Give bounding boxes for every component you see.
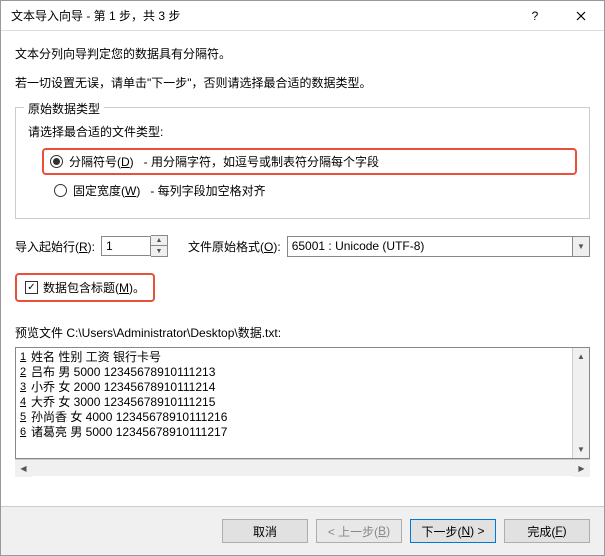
checkbox-icon: ✓ [25, 281, 38, 294]
import-wizard-dialog: 文本导入向导 - 第 1 步，共 3 步 ? 文本分列向导判定您的数据具有分隔符… [0, 0, 605, 556]
chevron-down-icon: ▼ [572, 237, 589, 256]
horizontal-scrollbar[interactable]: ◀ ▶ [15, 459, 590, 476]
scroll-down-icon[interactable]: ▼ [573, 441, 589, 458]
scroll-track[interactable] [32, 460, 573, 476]
radio-fixed-label: 固定宽度(W) [73, 182, 140, 199]
finish-button[interactable]: 完成(F) [504, 519, 590, 543]
preview-row: 5孙尚香 女 4000 12345678910111216 [20, 410, 568, 425]
radio-delimited-desc: - 用分隔字符，如逗号或制表符分隔每个字段 [144, 153, 379, 170]
dialog-title: 文本导入向导 - 第 1 步，共 3 步 [11, 7, 512, 24]
close-button[interactable] [558, 1, 604, 30]
start-row-input[interactable] [101, 236, 151, 256]
radio-fixed-width[interactable]: 固定宽度(W) - 每列字段加空格对齐 [48, 179, 577, 202]
close-icon [576, 11, 586, 21]
data-type-fieldset: 原始数据类型 请选择最合适的文件类型: 分隔符号(D) - 用分隔字符，如逗号或… [15, 107, 590, 219]
start-row-label: 导入起始行(R): [15, 238, 95, 255]
preview-row: 6诸葛亮 男 5000 12345678910111217 [20, 425, 568, 440]
spin-down-icon[interactable]: ▼ [151, 246, 167, 256]
encoding-label: 文件原始格式(O): [188, 238, 281, 255]
scroll-left-icon[interactable]: ◀ [15, 460, 32, 477]
radio-icon [54, 184, 67, 197]
radio-fixed-desc: - 每列字段加空格对齐 [150, 182, 265, 199]
next-button[interactable]: 下一步(N) > [410, 519, 496, 543]
header-checkbox-row[interactable]: ✓ 数据包含标题(M)。 [15, 273, 155, 302]
cancel-button[interactable]: 取消 [222, 519, 308, 543]
encoding-value: 65001 : Unicode (UTF-8) [292, 239, 425, 253]
preview-row: 1姓名 性别 工资 银行卡号 [20, 350, 568, 365]
back-button: < 上一步(B) [316, 519, 402, 543]
header-checkbox-label: 数据包含标题(M)。 [43, 279, 145, 296]
intro-text-2: 若一切设置无误，请单击"下一步"，否则请选择最合适的数据类型。 [15, 74, 590, 91]
preview-row: 4大乔 女 3000 12345678910111215 [20, 395, 568, 410]
radio-delimited-label: 分隔符号(D) [69, 153, 134, 170]
file-type-prompt: 请选择最合适的文件类型: [28, 123, 577, 140]
scroll-right-icon[interactable]: ▶ [573, 460, 590, 477]
preview-row: 3小乔 女 2000 12345678910111214 [20, 380, 568, 395]
preview-box: 1姓名 性别 工资 银行卡号 2吕布 男 5000 12345678910111… [15, 347, 590, 459]
button-bar: 取消 < 上一步(B) 下一步(N) > 完成(F) [1, 506, 604, 555]
fieldset-legend: 原始数据类型 [24, 100, 104, 117]
titlebar: 文本导入向导 - 第 1 步，共 3 步 ? [1, 1, 604, 31]
radio-icon [50, 155, 63, 168]
dialog-content: 文本分列向导判定您的数据具有分隔符。 若一切设置无误，请单击"下一步"，否则请选… [1, 31, 604, 506]
scroll-up-icon[interactable]: ▲ [573, 348, 589, 365]
intro-text-1: 文本分列向导判定您的数据具有分隔符。 [15, 45, 590, 62]
help-button[interactable]: ? [512, 1, 558, 30]
preview-label: 预览文件 C:\Users\Administrator\Desktop\数据.t… [15, 324, 590, 341]
scroll-track[interactable] [573, 365, 589, 441]
start-row-encoding-row: 导入起始行(R): ▲ ▼ 文件原始格式(O): 65001 : Unicode… [15, 235, 590, 257]
preview-row: 2吕布 男 5000 12345678910111213 [20, 365, 568, 380]
spin-up-icon[interactable]: ▲ [151, 236, 167, 246]
start-row-spinner[interactable]: ▲ ▼ [101, 235, 168, 257]
radio-delimited[interactable]: 分隔符号(D) - 用分隔字符，如逗号或制表符分隔每个字段 [42, 148, 577, 175]
vertical-scrollbar[interactable]: ▲ ▼ [572, 348, 589, 458]
encoding-select[interactable]: 65001 : Unicode (UTF-8) ▼ [287, 236, 590, 257]
preview-content: 1姓名 性别 工资 银行卡号 2吕布 男 5000 12345678910111… [16, 348, 572, 458]
